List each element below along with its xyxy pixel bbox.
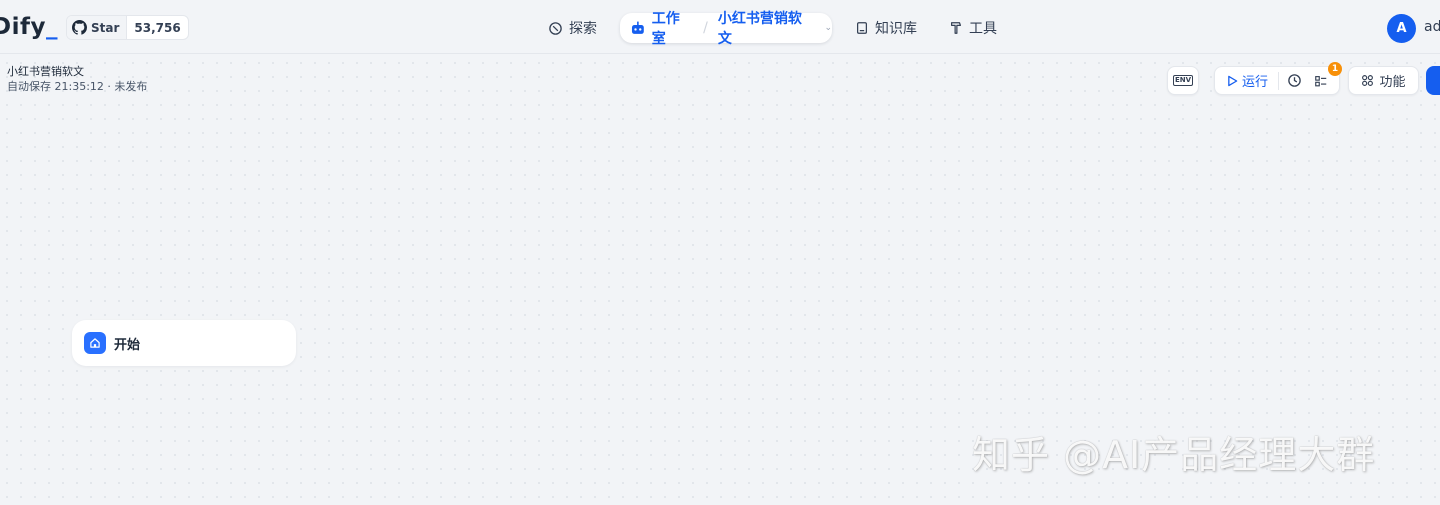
- nav-studio-active[interactable]: 工作室 / 小红书营销软文 ⌄: [620, 11, 832, 47]
- nav-tools[interactable]: 工具: [941, 14, 1005, 42]
- nav-tools-label: 工具: [969, 21, 997, 37]
- chevron-down-icon: ⌄: [824, 23, 832, 33]
- nav-knowledge-label: 知识库: [875, 21, 917, 37]
- breadcrumb-separator: /: [703, 20, 708, 36]
- checklist-icon[interactable]: [1314, 74, 1328, 88]
- app-name: 小红书营销软文: [7, 65, 84, 78]
- current-app-selector[interactable]: 小红书营销软文: [718, 8, 815, 48]
- run-button[interactable]: 运行: [1227, 71, 1268, 90]
- top-navigation-bar: Dify_ Star 53,756 探索 工作室 / 小红书营销软文 ⌄ 知识库…: [0, 0, 1440, 54]
- features-icon: [1362, 75, 1374, 86]
- zhihu-watermark: 知乎 @AI产品经理大群: [972, 433, 1376, 477]
- env-icon: ENV: [1172, 75, 1194, 86]
- github-star-count: 53,756: [134, 20, 181, 35]
- features-label: 功能: [1379, 75, 1406, 90]
- run-label: 运行: [1242, 75, 1269, 90]
- history-icon[interactable]: [1287, 73, 1302, 88]
- user-avatar[interactable]: A: [1387, 14, 1416, 43]
- autosave-status: 自动保存 21:35:12 · 未发布: [7, 80, 148, 93]
- nav-explore-label: 探索: [569, 21, 597, 37]
- hammer-icon: [951, 22, 961, 34]
- nav-studio-label: 工作室: [651, 11, 680, 47]
- user-name[interactable]: ad: [1424, 19, 1440, 35]
- start-node[interactable]: 开始: [72, 320, 296, 366]
- app-info: 小红书营销软文 自动保存 21:35:12 · 未发布: [7, 64, 147, 95]
- home-icon: [90, 338, 100, 348]
- github-icon: [72, 20, 87, 35]
- checklist-badge: 1: [1328, 62, 1342, 76]
- robot-icon: [631, 21, 644, 34]
- book-icon: [857, 22, 867, 34]
- github-star-left: Star: [67, 16, 128, 39]
- start-node-label: 开始: [114, 337, 141, 353]
- start-node-icon: [84, 332, 106, 354]
- run-button-group: 运行: [1214, 66, 1340, 95]
- play-icon: [1228, 75, 1238, 86]
- env-variables-button[interactable]: ENV: [1167, 66, 1199, 95]
- github-star-button[interactable]: Star 53,756: [66, 15, 189, 40]
- features-button[interactable]: 功能: [1348, 66, 1419, 95]
- compass-icon: [549, 21, 562, 35]
- toolbar-divider: [1278, 71, 1280, 90]
- nav-explore[interactable]: 探索: [540, 14, 605, 42]
- dify-logo[interactable]: Dify_: [0, 14, 58, 40]
- github-star-label: Star: [91, 20, 120, 35]
- nav-knowledge[interactable]: 知识库: [847, 14, 925, 42]
- logo-cursor: _: [45, 14, 58, 40]
- logo-text: Dify: [0, 14, 46, 40]
- publish-button[interactable]: [1426, 66, 1440, 95]
